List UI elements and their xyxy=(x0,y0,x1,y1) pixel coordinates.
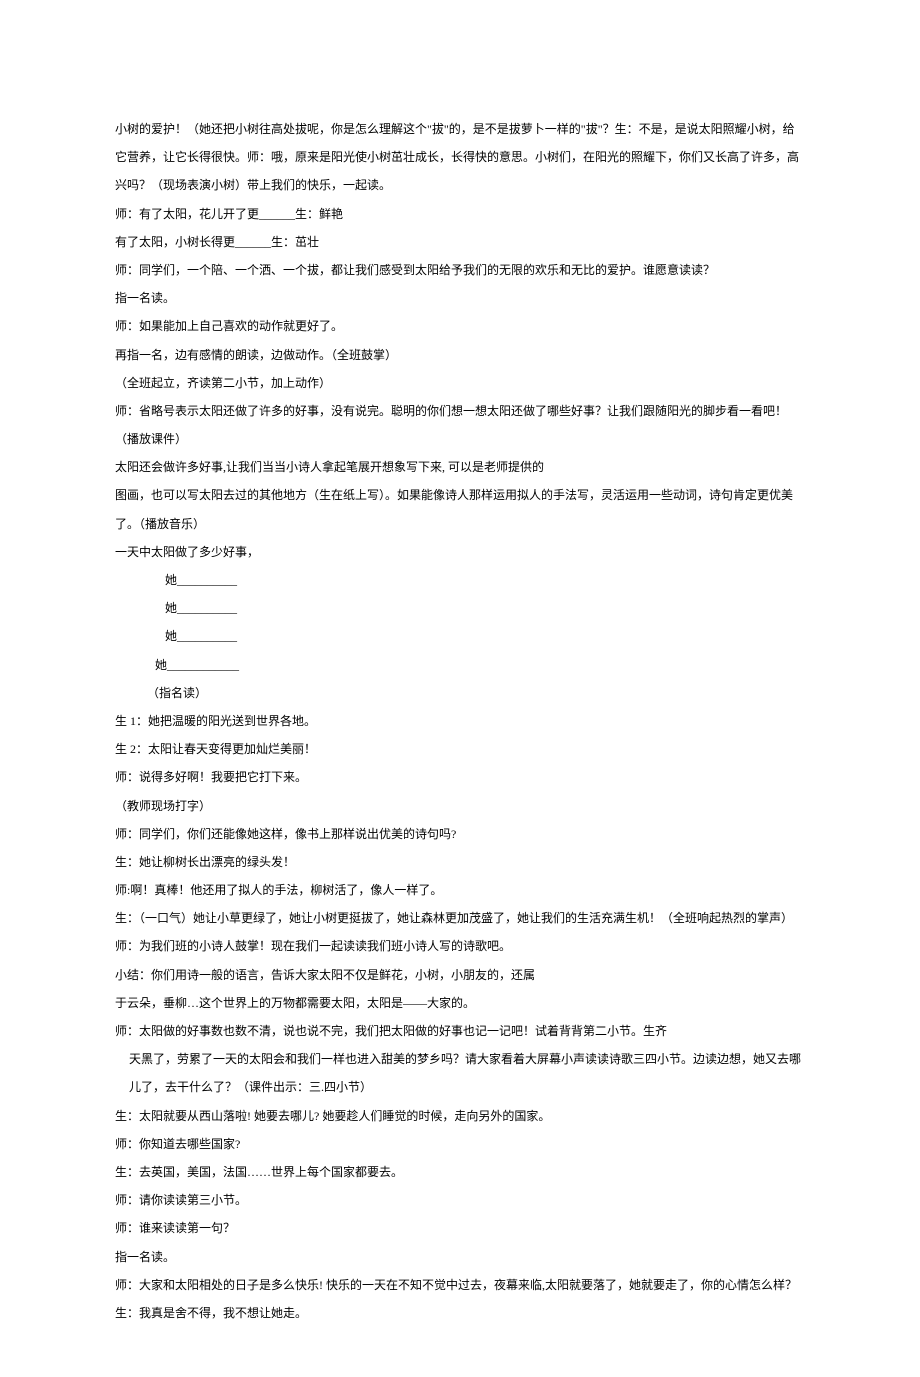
fill-blank-line: 她__________ xyxy=(115,566,805,594)
paragraph: 图画，也可以写太阳去过的其他地方（生在纸上写）。如果能像诗人那样运用拟人的手法写… xyxy=(115,481,805,537)
fill-blank-line: 她__________ xyxy=(115,594,805,622)
paragraph: 小树的爱护！（她还把小树往高处拔呢，你是怎么理解这个"拔"的，是不是拔萝卜一样的… xyxy=(115,115,805,200)
fill-blank-line: 她____________ xyxy=(115,651,805,679)
paragraph: 师：如果能加上自己喜欢的动作就更好了。 xyxy=(115,312,805,340)
paragraph: （指名读） xyxy=(115,679,805,707)
fill-blank-line: 她__________ xyxy=(115,622,805,650)
dialogue-student: 生：她让柳树长出漂亮的绿头发！ xyxy=(115,848,805,876)
paragraph: 再指一名，边有感情的朗读，边做动作。（全班鼓掌） xyxy=(115,341,805,369)
dialogue-student: 生：太阳就要从西山落啦! 她要去哪儿? 她要趁人们睡觉的时候，走向另外的国家。 xyxy=(115,1102,805,1130)
dialogue-student: 生：去英国，美国，法国……世界上每个国家都要去。 xyxy=(115,1158,805,1186)
paragraph: 指一名读。 xyxy=(115,284,805,312)
paragraph: （教师现场打字） xyxy=(115,792,805,820)
paragraph: 师：有了太阳，花儿开了更______生：鲜艳 xyxy=(115,200,805,228)
paragraph: 指一名读。 xyxy=(115,1243,805,1271)
dialogue-student: 生 1：她把温暖的阳光送到世界各地。 xyxy=(115,707,805,735)
paragraph: 太阳还会做许多好事,让我们当当小诗人拿起笔展开想象写下来, 可以是老师提供的 xyxy=(115,453,805,481)
dialogue-student: 生：我真是舍不得，我不想让她走。 xyxy=(115,1299,805,1327)
document-body: 小树的爱护！（她还把小树往高处拔呢，你是怎么理解这个"拔"的，是不是拔萝卜一样的… xyxy=(115,115,805,1327)
paragraph: 于云朵，垂柳…这个世界上的万物都需要太阳，太阳是——大家的。 xyxy=(115,989,805,1017)
dialogue-student: 生：（一口气）她让小草更绿了，她让小树更挺拔了，她让森林更加茂盛了，她让我们的生… xyxy=(115,904,805,932)
dialogue-student: 生 2：太阳让春天变得更加灿烂美丽！ xyxy=(115,735,805,763)
dialogue-teacher: 师：谁来读读第一句？ xyxy=(115,1214,805,1242)
dialogue-teacher: 师：说得多好啊！我要把它打下来。 xyxy=(115,763,805,791)
paragraph: 天黑了，劳累了一天的太阳会和我们一样也进入甜美的梦乡吗？请大家看着大屏幕小声读读… xyxy=(115,1045,805,1101)
paragraph: 一天中太阳做了多少好事， xyxy=(115,538,805,566)
paragraph: 小结：你们用诗一般的语言，告诉大家太阳不仅是鲜花，小树，小朋友的，还属 xyxy=(115,961,805,989)
dialogue-teacher: 师：同学们，你们还能像她这样，像书上那样说出优美的诗句吗? xyxy=(115,820,805,848)
dialogue-teacher: 师：为我们班的小诗人鼓掌！现在我们一起读读我们班小诗人写的诗歌吧。 xyxy=(115,932,805,960)
paragraph: 师：同学们，一个陪、一个洒、一个拔，都让我们感受到太阳给予我们的无限的欢乐和无比… xyxy=(115,256,805,284)
dialogue-teacher: 师：大家和太阳相处的日子是多么快乐! 快乐的一天在不知不觉中过去，夜幕来临,太阳… xyxy=(115,1271,805,1299)
dialogue-teacher: 师：太阳做的好事数也数不清，说也说不完，我们把太阳做的好事也记一记吧！试着背背第… xyxy=(115,1017,805,1045)
paragraph: 有了太阳，小树长得更______生：茁壮 xyxy=(115,228,805,256)
dialogue-teacher: 师：请你读读第三小节。 xyxy=(115,1186,805,1214)
dialogue-teacher: 师：你知道去哪些国家? xyxy=(115,1130,805,1158)
dialogue-teacher: 师:啊！真棒！他还用了拟人的手法，柳树活了，像人一样了。 xyxy=(115,876,805,904)
paragraph: （全班起立，齐读第二小节，加上动作） xyxy=(115,369,805,397)
paragraph: 师：省略号表示太阳还做了许多的好事，没有说完。聪明的你们想一想太阳还做了哪些好事… xyxy=(115,397,805,453)
